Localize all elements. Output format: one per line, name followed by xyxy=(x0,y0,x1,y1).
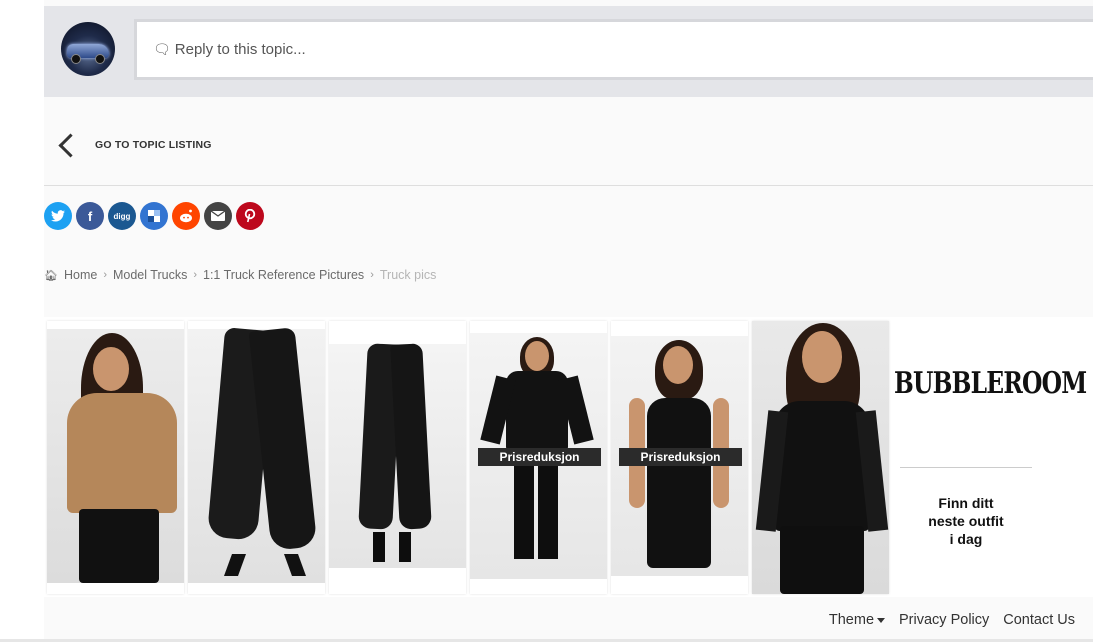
product-image xyxy=(329,343,466,568)
product-image xyxy=(47,329,184,583)
product-black-blouse[interactable]: Prisreduksjon xyxy=(470,321,607,594)
product-wrap-top[interactable] xyxy=(47,321,184,594)
theme-label: Theme xyxy=(828,612,875,628)
delicious-icon[interactable] xyxy=(140,202,168,230)
chevron-right-icon: › xyxy=(370,269,374,281)
price-reduction-badge: Prisreduksjon xyxy=(619,448,742,466)
price-reduction-badge: Prisreduksjon xyxy=(478,448,601,466)
page-margin xyxy=(0,0,44,642)
breadcrumb-current: Truck pics xyxy=(379,268,437,282)
share-buttons: f digg xyxy=(44,202,264,230)
go-to-topic-listing-label: GO TO TOPIC LISTING xyxy=(95,139,212,151)
product-lace-top[interactable] xyxy=(752,321,889,594)
privacy-policy-link[interactable]: Privacy Policy xyxy=(899,612,989,628)
reply-input[interactable]: 🗨 Reply to this topic... xyxy=(134,19,1093,80)
ad-cta-text[interactable]: Finn ditt neste outfit i dag xyxy=(926,494,1006,548)
breadcrumb: 🏠︎ Home › Model Trucks › 1:1 Truck Refer… xyxy=(44,268,436,282)
breadcrumb-model-trucks[interactable]: Model Trucks xyxy=(113,268,187,282)
breadcrumb-reference-pictures[interactable]: 1:1 Truck Reference Pictures xyxy=(203,268,364,282)
twitter-icon[interactable] xyxy=(44,202,72,230)
product-black-dress[interactable]: Prisreduksjon xyxy=(611,321,748,594)
chevron-right-icon: › xyxy=(193,269,197,281)
reddit-icon[interactable] xyxy=(172,202,200,230)
digg-icon[interactable]: digg xyxy=(108,202,136,230)
product-leather-pants-front[interactable] xyxy=(188,321,325,594)
user-avatar[interactable] xyxy=(61,22,115,76)
contact-us-link[interactable]: Contact Us xyxy=(1003,612,1075,628)
bubbleroom-logo[interactable]: BUBBLEROOM xyxy=(894,366,1087,401)
divider xyxy=(44,185,1093,186)
chevron-left-icon xyxy=(58,132,83,158)
caret-down-icon xyxy=(877,617,886,623)
product-leather-pants-back[interactable] xyxy=(329,321,466,594)
facebook-icon[interactable]: f xyxy=(76,202,104,230)
product-image xyxy=(752,321,889,594)
email-icon[interactable] xyxy=(204,202,232,230)
footer-links: Theme Privacy Policy Contact Us xyxy=(829,612,1075,628)
pinterest-icon[interactable] xyxy=(236,202,264,230)
home-icon: 🏠︎ xyxy=(44,269,58,282)
theme-menu[interactable]: Theme xyxy=(828,612,886,628)
product-image xyxy=(188,327,325,583)
comment-icon: 🗨 xyxy=(153,41,171,57)
reply-placeholder: Reply to this topic... xyxy=(174,41,306,58)
breadcrumb-home[interactable]: Home xyxy=(64,268,97,282)
divider xyxy=(900,467,1032,468)
go-to-topic-listing-link[interactable]: GO TO TOPIC LISTING xyxy=(56,128,212,162)
chevron-right-icon: › xyxy=(103,269,107,281)
